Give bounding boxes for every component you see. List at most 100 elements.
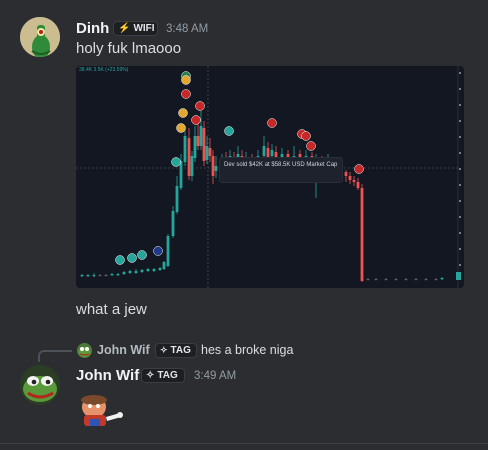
timestamp[interactable]: 3:49 AM [194,370,236,382]
emoji-sticker[interactable] [76,393,124,427]
candle-body [196,136,200,146]
candle-body [166,236,170,266]
username[interactable]: Dinh [76,20,109,37]
plankton-avatar-icon [20,17,60,57]
candle-body [92,275,96,277]
candle-body [384,279,388,281]
message-text: what a jew [76,301,147,318]
axis-tick [459,72,461,74]
guild-tag-label: TAG [157,370,178,381]
guild-tag-label: TAG [170,345,191,356]
candle-body [134,271,138,273]
candle-body [80,275,84,277]
trade-marker-icon [127,253,137,263]
guild-tag[interactable]: ✧ TAG [141,368,185,383]
sparkle-icon: ✧ [146,370,155,381]
candle-body [128,271,132,273]
volume-bar [456,272,461,280]
candle-body [424,279,428,281]
candle-body [270,150,274,156]
candle-body [179,161,183,188]
trade-marker-icon [354,164,364,174]
candle-body [262,146,266,156]
axis-tick [459,168,461,170]
username[interactable]: John Wif [76,367,139,384]
candle-body [183,136,187,162]
candle-body [110,274,114,276]
candle-body [158,268,162,270]
trade-marker-icon [267,118,277,128]
candle-body [116,274,120,276]
trade-marker-icon [176,123,186,133]
axis-tick [459,200,461,202]
trade-marker-icon [178,108,188,118]
pepe-avatar-icon [20,365,60,405]
reply-guild-tag[interactable]: ✧ TAG [155,343,197,358]
axis-tick [459,216,461,218]
avatar[interactable] [20,365,60,405]
candle-body [140,270,144,272]
axis-tick [459,232,461,234]
axis-tick [459,152,461,154]
candle-body [162,262,166,269]
candle-body [404,279,408,281]
candle-body [211,156,215,176]
candle-body [205,146,209,160]
candle-body [86,275,90,277]
candle-body [152,269,156,271]
candle-body [104,275,108,277]
trade-marker-icon [153,246,163,256]
trade-marker-icon [191,115,201,125]
message-text: holy fuk lmaooo [76,40,182,57]
trade-marker-icon [137,250,147,260]
candle-body [348,176,352,180]
reply-username[interactable]: John Wif [97,343,150,357]
trade-marker-icon [181,75,191,85]
timestamp[interactable]: 3:48 AM [166,23,208,35]
trade-marker-icon [115,255,125,265]
trade-marker-icon [301,131,311,141]
candle-body [187,138,191,176]
axis-tick [459,136,461,138]
axis-tick [459,248,461,250]
guild-tag-label: WIFI [133,23,155,34]
reply-spine [38,350,72,362]
axis-tick [459,88,461,90]
candle-body [202,128,206,161]
chart-header: 38.4K 3.5K (+23.59%) [79,67,129,73]
chart-tooltip: Dev sold $42K at $58.5K USD Market Cap [219,157,343,183]
trade-marker-icon [195,101,205,111]
axis-tick [459,104,461,106]
candle-body [374,279,378,281]
sparkle-icon: ✧ [160,345,168,355]
axis-tick [459,184,461,186]
candle-body [199,126,203,146]
candle-body [208,148,212,156]
candle-body [414,279,418,281]
pepe-avatar-icon [77,343,92,358]
candle-body [440,278,444,280]
candle-body [214,166,218,171]
axis-tick [459,264,461,266]
lightning-icon: ⚡ [118,23,131,34]
candle-body [394,279,398,281]
candle-body [146,269,150,271]
candle-body [352,180,356,182]
pointing-character-emoji-icon [81,395,123,426]
candle-body [366,279,370,281]
candle-body [434,279,438,281]
reply-avatar[interactable] [77,343,92,358]
avatar[interactable] [20,17,60,57]
reply-text[interactable]: hes a broke niga [201,343,293,357]
candle-body [171,211,175,236]
trade-marker-icon [181,89,191,99]
trade-marker-icon [306,141,316,151]
candle-body [122,272,126,274]
candle-body [175,186,179,212]
candle-body [356,182,360,188]
candle-body [344,172,348,176]
trade-marker-icon [171,157,181,167]
guild-tag[interactable]: ⚡ WIFI [113,21,158,36]
trade-marker-icon [224,126,234,136]
candle-body [193,136,197,158]
